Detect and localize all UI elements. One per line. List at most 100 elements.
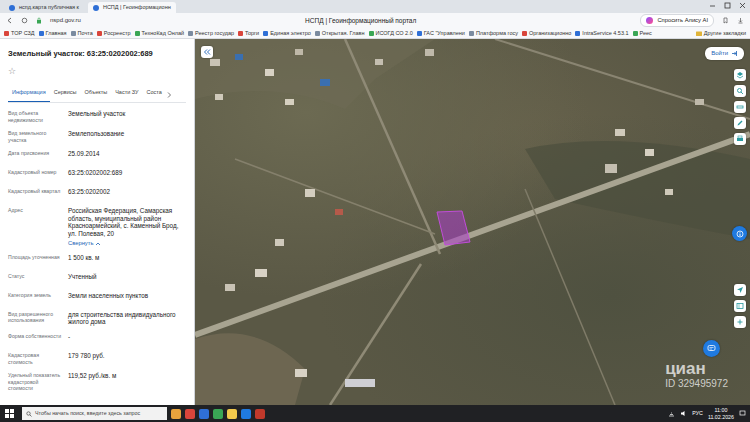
start-button[interactable]	[0, 405, 18, 422]
bookmark-icon	[4, 31, 9, 36]
bookmark[interactable]: Платформа госу	[469, 29, 518, 37]
login-label: Войти	[711, 49, 728, 58]
taskbar-app-icon[interactable]	[185, 409, 195, 419]
layers-button[interactable]	[734, 69, 746, 81]
bookmark-label: ИСОГД СО 2.0	[376, 29, 413, 37]
field-row: Удельный показатель кадастровой стоимост…	[0, 369, 194, 396]
clock-date: 11.02.2026	[708, 414, 734, 420]
bookmark[interactable]: Единая электро	[263, 29, 311, 37]
panel-tab[interactable]: Объекты	[80, 85, 111, 101]
favorite-star[interactable]: ☆	[8, 67, 186, 76]
close-icon	[739, 2, 746, 9]
search-icon	[26, 411, 32, 417]
locate-button[interactable]	[734, 284, 746, 296]
login-button[interactable]: Войти	[705, 47, 744, 60]
map-toolbar	[734, 284, 746, 328]
browser-tab[interactable]: НСПД | Геоинформационн	[88, 2, 176, 13]
field-value: 63:25:0202002:689	[68, 169, 186, 177]
maximize-icon	[724, 2, 731, 9]
bookmark[interactable]: ИСОГД СО 2.0	[369, 29, 413, 37]
search-button[interactable]	[734, 85, 746, 97]
bookmark[interactable]: IntraService 4.53.1	[575, 29, 628, 37]
other-bookmarks[interactable]: Другие закладки	[696, 29, 746, 37]
bookmark[interactable]: Главная	[39, 29, 67, 37]
panel-tab[interactable]: Сервисы	[50, 85, 81, 101]
taskbar-app-icon[interactable]	[241, 409, 251, 419]
field-row: Дата присвоения25.09.2014	[0, 147, 194, 166]
bookmark-icon	[575, 31, 580, 36]
keyboard-language[interactable]: РУС	[692, 410, 703, 418]
field-label: Категория земель	[8, 292, 62, 304]
field-value-box: Российская Федерация, Самарская область,…	[68, 207, 186, 247]
bookmark-icon	[315, 31, 320, 36]
map[interactable]: ВойтицианID 329495972	[195, 39, 750, 405]
field-row: Кадастровая стоимость179 780 руб.	[0, 349, 194, 369]
address-domain[interactable]: nspd.gov.ru	[50, 16, 81, 25]
network-icon	[668, 410, 675, 417]
taskbar-app-icon[interactable]	[199, 409, 209, 419]
field-value: Земельный участок	[68, 110, 186, 118]
taskbar-app-icon[interactable]	[255, 409, 265, 419]
taskbar: Чтобы начать поиск, введите здесь запрос…	[0, 405, 750, 422]
field-value: 1 500 кв. м	[68, 254, 186, 262]
taskbar-app-icon[interactable]	[171, 409, 181, 419]
field-value-box: для строительства индивидуального жилого…	[68, 311, 186, 326]
bookmark[interactable]: Почта	[71, 29, 93, 37]
bookmark[interactable]: Росреестр	[97, 29, 131, 37]
watermark-brand: циан	[665, 360, 728, 377]
field-row: Кадастровый квартал63:25:0202002	[0, 185, 194, 204]
bookmark-icon	[71, 31, 76, 36]
field-value: 119,52 руб./кв. м	[68, 372, 186, 380]
bookmark[interactable]: TOP СЗД	[4, 29, 35, 37]
field-row: Кадастровый номер63:25:0202002:689	[0, 166, 194, 185]
field-label: Вид земельного участка	[8, 130, 62, 143]
notifications-icon	[739, 410, 746, 417]
bookmark[interactable]: ТехноКад Онлай	[135, 29, 185, 37]
taskbar-search[interactable]: Чтобы начать поиск, введите здесь запрос	[22, 407, 167, 420]
chat-button[interactable]	[703, 340, 720, 357]
bookmark-label: IntraService 4.53.1	[582, 29, 628, 37]
layers-icon	[736, 71, 744, 79]
panel-tab[interactable]: Информация	[8, 85, 50, 101]
login-icon	[731, 50, 738, 57]
panel-tab[interactable]: Соста	[143, 85, 166, 101]
field-value-box: 63:25:0202002	[68, 188, 186, 200]
collapse-link[interactable]: Свернуть	[68, 240, 186, 247]
zoom-button[interactable]	[734, 316, 746, 328]
bookmark[interactable]: Реес	[633, 29, 652, 37]
bookmark-label: Торги	[245, 29, 259, 37]
field-row: Категория земельЗемли населенных пунктов	[0, 288, 194, 307]
land-parcel[interactable]	[437, 211, 470, 245]
print-button[interactable]	[734, 133, 746, 145]
bookmark-icon	[522, 31, 527, 36]
field-value-box: 25.09.2014	[68, 150, 186, 162]
taskbar-app-icon[interactable]	[213, 409, 223, 419]
clock[interactable]: 11:0011.02.2026	[708, 407, 734, 419]
basemap-button[interactable]	[734, 300, 746, 312]
info-button[interactable]	[732, 226, 747, 241]
measure-button[interactable]	[734, 101, 746, 113]
other-bookmarks-label: Другие закладки	[704, 29, 746, 37]
search-placeholder: Чтобы начать поиск, введите здесь запрос	[35, 410, 140, 418]
bookmark-label: Организационно	[529, 29, 571, 37]
alice-button[interactable]: Спросить Алису AI	[640, 14, 714, 27]
info-icon	[736, 230, 744, 238]
field-value-box: Земельный участок	[68, 110, 186, 123]
draw-button[interactable]	[734, 117, 746, 129]
bookmark[interactable]: Реестр государ	[188, 29, 234, 37]
bookmark[interactable]: Организационно	[522, 29, 571, 37]
collapse-panel-button[interactable]	[201, 46, 213, 58]
favicon-icon	[9, 5, 15, 11]
bookmark[interactable]: Торги	[238, 29, 259, 37]
field-row: Вид объекта недвижимостиЗемельный участо…	[0, 107, 194, 127]
windows-icon	[5, 409, 14, 418]
minimize-icon	[709, 2, 716, 9]
favicon-icon	[93, 5, 99, 11]
browser-tab[interactable]: нспд.карта публичная к	[4, 2, 84, 13]
field-value-box: 179 780 руб.	[68, 352, 186, 365]
panel-tab[interactable]: Части ЗУ	[111, 85, 142, 101]
bookmark[interactable]: Открытая. Главн	[315, 29, 365, 37]
field-label: Удельный показатель кадастровой стоимост…	[8, 372, 62, 392]
bookmark[interactable]: ГАС "Управлени	[417, 29, 465, 37]
taskbar-app-icon[interactable]	[227, 409, 237, 419]
